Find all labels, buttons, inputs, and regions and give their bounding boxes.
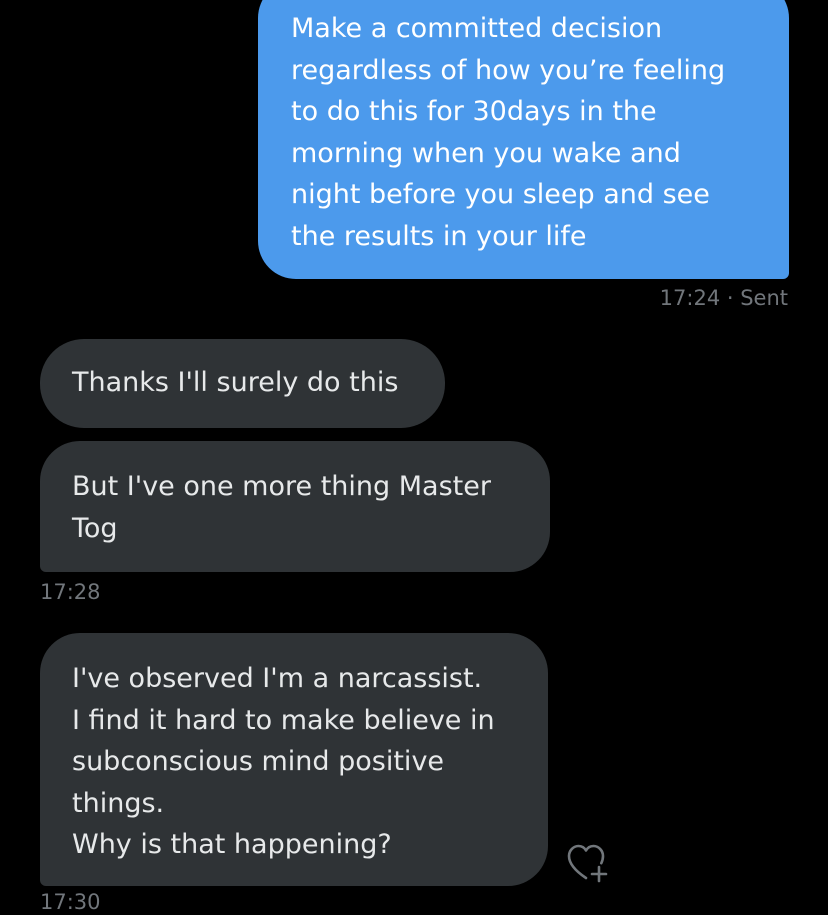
sent-message-bubble[interactable]: Make a committed decision regardless of … bbox=[258, 0, 789, 279]
received-message-bubble[interactable]: Thanks I'll surely do this bbox=[40, 339, 445, 428]
partial-timestamp: 17:30 bbox=[40, 890, 101, 914]
received-message-bubble[interactable]: I've observed I'm a narcassist. I find i… bbox=[40, 633, 548, 886]
sent-status-timestamp: 17:24 · Sent bbox=[659, 286, 788, 310]
received-timestamp: 17:28 bbox=[40, 580, 101, 604]
heart-plus-icon[interactable] bbox=[565, 842, 611, 884]
received-message-bubble[interactable]: But I've one more thing Master Tog bbox=[40, 441, 550, 572]
